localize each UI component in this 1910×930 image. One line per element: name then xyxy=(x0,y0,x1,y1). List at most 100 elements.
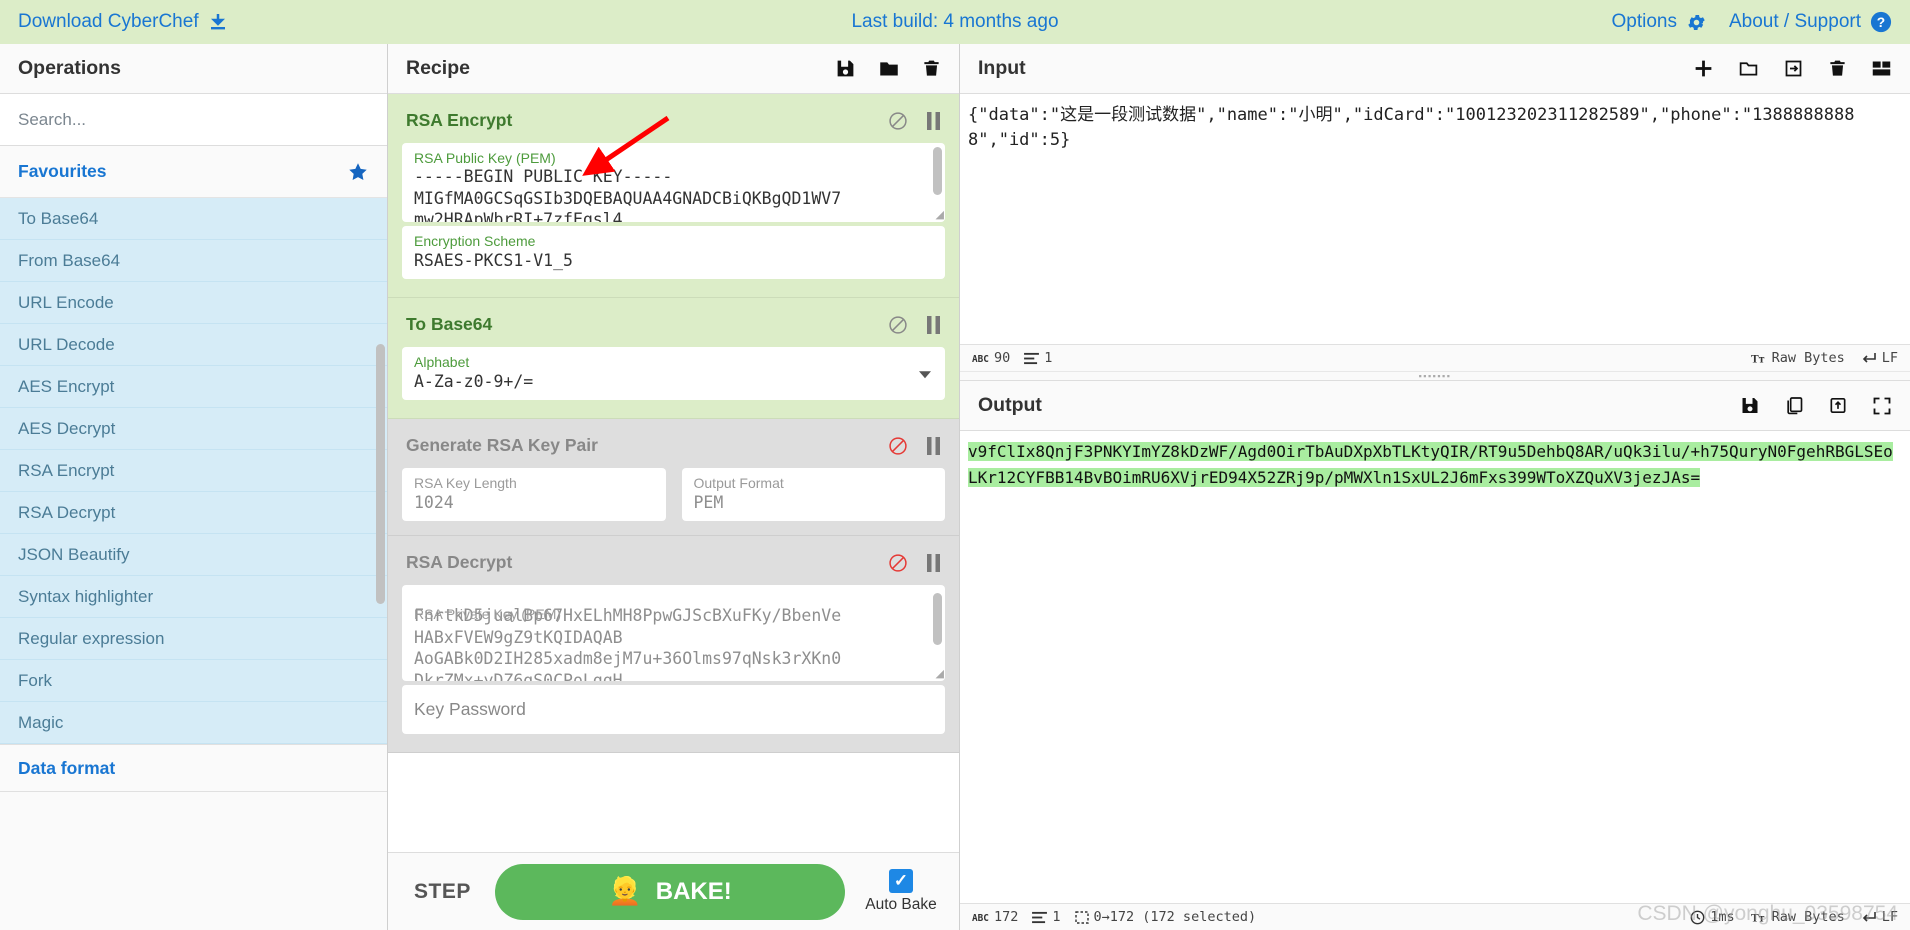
output-selection-value: 0→172 (172 selected) xyxy=(1094,909,1257,925)
save-recipe-icon[interactable] xyxy=(835,58,856,79)
operation-item[interactable]: Magic xyxy=(0,702,387,744)
category-data-format-label: Data format xyxy=(18,758,115,779)
options-button[interactable]: Options xyxy=(1611,11,1706,33)
recipe-op-title: RSA Decrypt xyxy=(406,552,512,573)
operation-item-label: Fork xyxy=(18,671,52,691)
operation-item-label: To Base64 xyxy=(18,209,98,229)
operation-item[interactable]: RSA Decrypt xyxy=(0,492,387,534)
textarea-resize-handle[interactable]: ◢ xyxy=(936,669,944,680)
operation-item[interactable]: From Base64 xyxy=(0,240,387,282)
output-textarea[interactable]: v9fClIx8QnjF3PNKYImYZ8kDzWF/Agd0OirTbAuD… xyxy=(960,431,1910,903)
arg-rsa-public-key[interactable]: RSA Public Key (PEM) -----BEGIN PUBLIC K… xyxy=(402,143,945,222)
pause-icon[interactable] xyxy=(926,437,941,455)
textarea-scrollbar[interactable] xyxy=(933,147,942,195)
operation-item-label: AES Encrypt xyxy=(18,377,114,397)
clear-recipe-icon[interactable] xyxy=(922,58,941,79)
operation-item[interactable]: AES Decrypt xyxy=(0,408,387,450)
pause-icon[interactable] xyxy=(926,112,941,130)
copy-output-icon[interactable] xyxy=(1784,395,1804,416)
bake-button[interactable]: 👱 BAKE! xyxy=(495,864,845,920)
recipe-title-bar: Recipe xyxy=(388,44,959,94)
input-format-toggle[interactable]: Tт Raw Bytes xyxy=(1751,350,1845,366)
input-textarea[interactable]: {"data":"这是一段测试数据","name":"小明","idCard":… xyxy=(960,94,1910,344)
arg-label: RSA Public Key (PEM) xyxy=(414,149,556,167)
operation-item[interactable]: URL Encode xyxy=(0,282,387,324)
clock-icon xyxy=(1690,910,1705,925)
operation-item[interactable]: Fork xyxy=(0,660,387,702)
download-icon xyxy=(208,12,228,32)
operation-item-label: Magic xyxy=(18,713,63,733)
about-support-button[interactable]: About / Support ? xyxy=(1729,11,1892,33)
category-data-format[interactable]: Data format xyxy=(0,744,387,792)
abc-icon: ABC xyxy=(972,911,989,924)
gear-icon xyxy=(1686,12,1707,33)
recipe-op-generate-rsa-key-pair[interactable]: Generate RSA Key Pair RSA Key Length 102… xyxy=(388,419,959,536)
eol-icon xyxy=(1861,352,1877,365)
search-input[interactable] xyxy=(0,94,387,146)
load-recipe-icon[interactable] xyxy=(878,58,900,79)
replace-input-icon[interactable] xyxy=(1828,395,1848,416)
arg-rsa-key-length[interactable]: RSA Key Length 1024 xyxy=(402,468,666,521)
output-format-toggle[interactable]: Tт Raw Bytes xyxy=(1751,909,1845,925)
disable-circle-icon[interactable] xyxy=(888,553,908,573)
operation-item-label: JSON Beautify xyxy=(18,545,130,565)
recipe-op-to-base64[interactable]: To Base64 Alphabet A-Za-z0-9+/= xyxy=(388,298,959,419)
save-output-icon[interactable] xyxy=(1740,395,1760,416)
auto-bake-toggle[interactable]: ✓ Auto Bake xyxy=(857,869,945,914)
output-status-bar: ABC 172 1 0→172 (172 selected) xyxy=(960,903,1910,930)
input-title-bar: Input xyxy=(960,44,1910,94)
folder-open-icon[interactable] xyxy=(1738,58,1759,79)
operation-item[interactable]: JSON Beautify xyxy=(0,534,387,576)
import-icon[interactable] xyxy=(1783,58,1804,79)
arg-label: Output Format xyxy=(694,474,934,492)
splitter-grip: ▪▪▪▪▪▪▪ xyxy=(1419,372,1452,381)
textarea-resize-handle[interactable]: ◢ xyxy=(936,210,944,221)
arg-encryption-scheme[interactable]: Encryption Scheme RSAES-PKCS1-V1_5 xyxy=(402,226,945,279)
arg-rsa-private-key[interactable]: RSA Private Key (PEM) FnrtkD5jualBp67HxE… xyxy=(402,585,945,681)
about-support-label: About / Support xyxy=(1729,11,1861,33)
arg-label: RSA Key Length xyxy=(414,474,654,492)
arg-key-password[interactable]: Key Password xyxy=(402,685,945,734)
svg-text:?: ? xyxy=(1877,15,1885,30)
textarea-scrollbar[interactable] xyxy=(933,593,942,645)
download-cyberchef-link[interactable]: Download CyberChef xyxy=(18,11,228,33)
disable-circle-icon[interactable] xyxy=(888,111,908,131)
maximise-output-icon[interactable] xyxy=(1872,396,1892,416)
operation-item-label: From Base64 xyxy=(18,251,120,271)
plus-icon[interactable] xyxy=(1693,58,1714,79)
pause-icon[interactable] xyxy=(926,316,941,334)
font-icon: Tт xyxy=(1751,910,1767,924)
category-favourites[interactable]: Favourites xyxy=(0,146,387,198)
auto-bake-checkbox[interactable]: ✓ xyxy=(889,869,913,893)
input-eol-toggle[interactable]: LF xyxy=(1861,350,1898,366)
pause-icon[interactable] xyxy=(926,554,941,572)
star-icon xyxy=(347,161,369,183)
arg-output-format[interactable]: Output Format PEM xyxy=(682,468,946,521)
io-splitter[interactable]: ▪▪▪▪▪▪▪ xyxy=(960,371,1910,381)
input-tabs-icon[interactable] xyxy=(1871,58,1892,79)
chevron-down-icon[interactable] xyxy=(919,371,931,378)
operation-item[interactable]: AES Encrypt xyxy=(0,366,387,408)
svg-text:Tт: Tт xyxy=(1751,912,1765,924)
recipe-title: Recipe xyxy=(406,57,470,80)
operation-item[interactable]: Regular expression xyxy=(0,618,387,660)
step-button[interactable]: STEP xyxy=(402,880,483,904)
clear-input-icon[interactable] xyxy=(1828,58,1847,79)
input-eol-value: LF xyxy=(1882,350,1898,366)
recipe-op-title: RSA Encrypt xyxy=(406,110,512,131)
operation-item[interactable]: URL Decode xyxy=(0,324,387,366)
operations-scrollbar[interactable] xyxy=(376,344,385,604)
input-length-value: 90 xyxy=(994,350,1010,366)
output-eol-toggle[interactable]: LF xyxy=(1861,909,1898,925)
operation-item[interactable]: Syntax highlighter xyxy=(0,576,387,618)
arg-label: Encryption Scheme xyxy=(414,232,933,250)
disable-circle-icon[interactable] xyxy=(888,436,908,456)
operation-item[interactable]: To Base64 xyxy=(0,198,387,240)
output-length-value: 172 xyxy=(994,909,1018,925)
arg-alphabet[interactable]: Alphabet A-Za-z0-9+/= xyxy=(402,347,945,400)
auto-bake-label: Auto Bake xyxy=(865,896,937,914)
operation-item[interactable]: RSA Encrypt xyxy=(0,450,387,492)
recipe-op-rsa-decrypt[interactable]: RSA Decrypt RSA Private Key (PEM) FnrtkD… xyxy=(388,536,959,753)
disable-circle-icon[interactable] xyxy=(888,315,908,335)
recipe-op-rsa-encrypt[interactable]: RSA Encrypt RSA Public Key (PEM) -----BE… xyxy=(388,94,959,298)
